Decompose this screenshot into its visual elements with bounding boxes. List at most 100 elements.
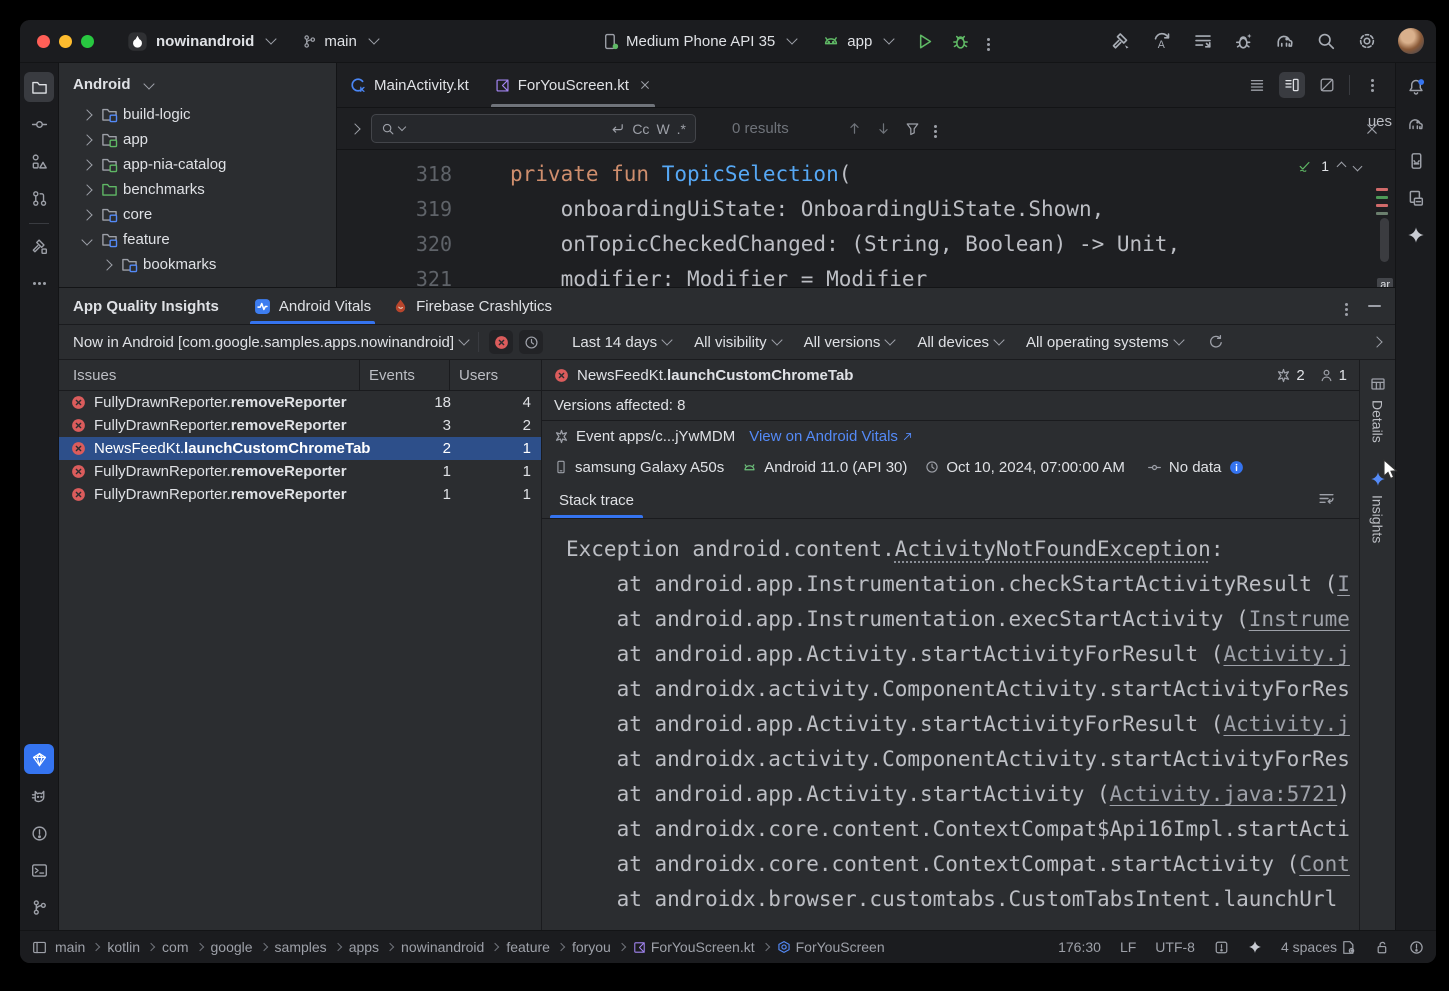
info-icon[interactable] (1229, 460, 1244, 475)
tab-firebase-crashlytics[interactable]: Firebase Crashlytics (382, 288, 563, 324)
project-view-selector[interactable]: Android (59, 63, 336, 102)
stack-trace-line[interactable]: at androidx.activity.ComponentActivity.s… (566, 672, 1359, 707)
filter-dropdown-all-operating-systems[interactable]: All operating systems (1026, 334, 1183, 351)
structure-tool-button[interactable] (24, 146, 54, 176)
tab-android-vitals[interactable]: Android Vitals (243, 288, 382, 324)
code-line[interactable]: onboardingUiState: OnboardingUiState.Sho… (510, 192, 1180, 227)
inspection-widget[interactable]: 1 (1298, 158, 1361, 174)
app-id-selector[interactable]: Now in Android [com.google.samples.apps.… (73, 334, 468, 351)
breadcrumb-item[interactable]: google (211, 939, 253, 955)
run-config-selector[interactable]: app (822, 32, 893, 50)
debug-button[interactable] (951, 32, 970, 51)
error-stripe[interactable] (1376, 188, 1388, 220)
editor-more-options-icon[interactable] (1359, 72, 1385, 98)
breadcrumb-file[interactable]: ForYouScreen.kt (633, 939, 755, 955)
project-tool-button[interactable] (24, 72, 54, 102)
chevron-up-icon[interactable] (1337, 161, 1347, 171)
search-more-options-icon[interactable] (934, 120, 937, 137)
column-header-events[interactable]: Events (359, 360, 449, 390)
expand-search-icon[interactable] (349, 123, 360, 134)
apply-changes-icon[interactable]: A (1152, 31, 1172, 51)
minimize-window-button[interactable] (59, 35, 72, 48)
regex-toggle[interactable]: .* (677, 121, 686, 137)
stack-trace-line[interactable]: at androidx.core.content.ContextCompat$A… (566, 812, 1359, 847)
run-more-actions-button[interactable] (987, 33, 990, 50)
stack-trace-line[interactable]: Exception android.content.ActivityNotFou… (566, 532, 1359, 567)
side-tab-details[interactable]: Details (1370, 376, 1386, 443)
breadcrumb-item[interactable]: kotlin (107, 939, 140, 955)
stack-trace-line[interactable]: at android.app.Activity.startActivityFor… (566, 707, 1359, 742)
tree-item-app-nia-catalog[interactable]: app-nia-catalog (59, 152, 336, 177)
tree-item-benchmarks[interactable]: benchmarks (59, 177, 336, 202)
breadcrumb-item[interactable]: com (162, 939, 188, 955)
tree-item-build-logic[interactable]: build-logic (59, 102, 336, 127)
tree-item-bookmarks[interactable]: bookmarks (59, 252, 336, 277)
filter-dropdown-all-devices[interactable]: All devices (917, 334, 1003, 351)
previous-occurrence-icon[interactable] (847, 121, 862, 136)
code-line[interactable]: modifier: Modifier = Modifier (510, 262, 1180, 287)
editor-tab-mainactivity[interactable]: MainActivity.kt (337, 63, 482, 107)
side-tab-insights[interactable]: Insights (1370, 471, 1386, 543)
tree-item-feature[interactable]: feature (59, 227, 336, 252)
gradle-tool-button[interactable] (1401, 109, 1431, 139)
gemini-tool-button[interactable] (1401, 220, 1431, 250)
lock-icon[interactable] (1375, 940, 1390, 955)
issue-row[interactable]: FullyDrawnReporter.removeReporter32 (59, 414, 541, 437)
issue-row[interactable]: FullyDrawnReporter.removeReporter184 (59, 391, 541, 414)
issue-row[interactable]: NewsFeedKt.launchCustomChromeTab21 (59, 437, 541, 460)
issue-row[interactable]: FullyDrawnReporter.removeReporter11 (59, 460, 541, 483)
chevron-right-icon[interactable] (81, 134, 92, 145)
words-toggle[interactable]: W (656, 121, 669, 137)
stack-trace-line[interactable]: at android.app.Activity.startActivityFor… (566, 637, 1359, 672)
close-window-button[interactable] (37, 35, 50, 48)
settings-gear-icon[interactable] (1357, 31, 1377, 51)
pull-requests-tool-button[interactable] (24, 183, 54, 213)
tree-item-core[interactable]: core (59, 202, 336, 227)
device-selector[interactable]: Medium Phone API 35 (602, 33, 796, 50)
newline-icon[interactable] (610, 121, 625, 136)
split-editor-icon[interactable] (1279, 72, 1305, 98)
column-header-users[interactable]: Users (449, 360, 541, 390)
device-explorer-tool-button[interactable] (1401, 183, 1431, 213)
filter-dropdown-all-visibility[interactable]: All visibility (694, 334, 781, 351)
stack-trace-line[interactable]: at androidx.core.content.ContextCompat.s… (566, 847, 1359, 882)
editor-tab-foryouscreen[interactable]: ForYouScreen.kt (482, 63, 664, 107)
breadcrumb-item[interactable]: samples (275, 939, 327, 955)
tool-window-layout-icon[interactable] (32, 940, 47, 955)
chevron-right-icon[interactable] (81, 109, 92, 120)
memory-indicator-icon[interactable] (1409, 940, 1424, 955)
project-selector[interactable]: nowinandroid (156, 33, 275, 50)
filter-icon[interactable] (905, 121, 920, 136)
fatal-issues-toggle[interactable] (489, 330, 513, 354)
close-tab-icon[interactable] (639, 79, 651, 91)
problems-tool-button[interactable] (24, 818, 54, 848)
chevron-right-icon[interactable] (81, 159, 92, 170)
gradle-sync-icon[interactable] (1275, 31, 1295, 51)
chevron-down-icon[interactable] (1353, 161, 1363, 171)
app-quality-insights-tool-button[interactable] (24, 744, 54, 774)
preview-icon[interactable] (1314, 72, 1340, 98)
chevron-down-icon[interactable] (81, 234, 92, 245)
more-tool-windows-button[interactable] (24, 268, 54, 298)
match-case-toggle[interactable]: Cc (632, 121, 649, 137)
refresh-icon[interactable] (1208, 334, 1224, 350)
stack-trace-line[interactable]: at android.app.Activity.startActivity (A… (566, 777, 1359, 812)
view-on-android-vitals-link[interactable]: View on Android Vitals (749, 428, 913, 445)
chevron-right-icon[interactable] (101, 259, 112, 270)
stack-trace-line[interactable]: at androidx.activity.ComponentActivity.s… (566, 742, 1359, 777)
filter-dropdown-all-versions[interactable]: All versions (804, 334, 895, 351)
chevron-right-icon[interactable] (81, 209, 92, 220)
panel-options-icon[interactable] (1345, 298, 1348, 315)
encoding-widget[interactable]: UTF-8 (1155, 939, 1195, 955)
tree-item-app[interactable]: app (59, 127, 336, 152)
inspection-notification-icon[interactable] (1214, 940, 1229, 955)
code-line[interactable]: onTopicCheckedChanged: (String, Boolean)… (510, 227, 1180, 262)
editor-scrollbar[interactable] (1380, 218, 1389, 262)
line-separator-widget[interactable]: LF (1120, 939, 1136, 955)
stack-trace-line[interactable]: at androidx.browser.customtabs.CustomTab… (566, 882, 1359, 917)
issue-row[interactable]: FullyDrawnReporter.removeReporter11 (59, 483, 541, 506)
build-tool-button[interactable] (24, 231, 54, 261)
code-editor[interactable]: 318319320321 private fun TopicSelection(… (337, 150, 1395, 287)
soft-wrap-icon[interactable] (1318, 490, 1335, 507)
build-icon[interactable] (1111, 31, 1131, 51)
